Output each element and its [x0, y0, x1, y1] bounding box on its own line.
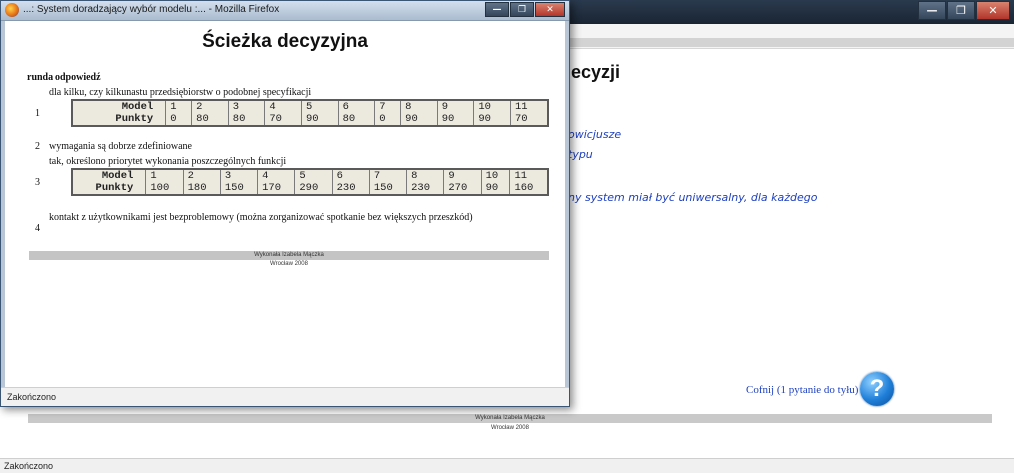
points-cell: 90	[400, 113, 438, 126]
answer-option-text[interactable]: owicjusze	[568, 128, 621, 141]
minimize-button[interactable]: —	[918, 1, 946, 20]
popup-close-button[interactable]: ✕	[535, 2, 565, 17]
points-cell: 150	[368, 182, 407, 195]
points-cell: 160	[509, 182, 548, 195]
model-cell: 5	[300, 100, 339, 113]
points-row: Punkty 100 180 150 170 290 230 150 230 2…	[72, 182, 548, 195]
round-number: 1	[35, 108, 40, 119]
points-label: Punkty	[115, 113, 154, 125]
round-answer: kontakt z użytkownikami jest bezproblemo…	[49, 212, 473, 223]
page-title: Ścieżka decyzyjna	[202, 31, 368, 52]
model-cell: 8	[400, 100, 438, 113]
model-cell: 7	[368, 169, 407, 182]
points-cell: 80	[191, 113, 229, 126]
model-label: Model	[121, 101, 154, 113]
model-cell: 3	[219, 169, 258, 182]
round-number: 3	[35, 177, 40, 188]
model-cell: 9	[443, 169, 482, 182]
model-cell: 2	[182, 169, 221, 182]
points-cell: 100	[145, 182, 184, 195]
points-cell: 290	[294, 182, 333, 195]
decision-path-popup: ...: System doradzający wybór modelu :..…	[0, 0, 570, 407]
model-cell: 10	[473, 100, 511, 113]
answer-option-text[interactable]: ny system miał być uniwersalny, dla każd…	[568, 191, 818, 204]
main-footer-city: Wrocław 2008	[491, 425, 529, 431]
model-label: Model	[101, 170, 134, 182]
model-cell: 4	[257, 169, 295, 182]
points-cell: 90	[480, 182, 510, 195]
points-cell: 150	[219, 182, 258, 195]
popup-status-bar: Zakończono	[1, 387, 569, 406]
close-button[interactable]: ✕	[976, 1, 1010, 20]
popup-footer-city: Wrocław 2008	[270, 261, 308, 267]
points-cell: 90	[436, 113, 474, 126]
popup-footer-author: Wykonała Izabela Mączka	[29, 251, 549, 260]
popup-titlebar: ...: System doradzający wybór modelu :..…	[1, 1, 569, 21]
answer-option-text[interactable]: typu	[568, 148, 593, 161]
points-cell: 230	[331, 182, 370, 195]
points-row: Punkty 0 80 80 70 90 80 0 90 90 90 70	[72, 113, 548, 126]
points-cell: 180	[182, 182, 221, 195]
points-cell: 170	[257, 182, 295, 195]
model-cell: 1	[145, 169, 184, 182]
model-cell: 11	[509, 169, 548, 182]
model-row: Model 1 2 3 4 5 6 7 8 9 10 11	[72, 169, 548, 182]
model-cell: 8	[406, 169, 444, 182]
column-header-odpowiedz: odpowiedź	[55, 72, 101, 83]
popup-window-title: ...: System doradzający wybór modelu :..…	[23, 4, 280, 15]
model-cell: 1	[165, 100, 192, 113]
column-header-runda: runda	[27, 72, 54, 83]
toolbar-divider	[554, 38, 1014, 47]
help-icon[interactable]: ?	[860, 372, 894, 406]
points-cell: 0	[374, 113, 401, 126]
points-cell: 90	[300, 113, 339, 126]
points-cell: 80	[227, 113, 265, 126]
model-cell: 2	[191, 100, 229, 113]
popup-window-controls: — ❐ ✕	[485, 2, 565, 17]
firefox-icon	[5, 3, 19, 17]
points-cell: 70	[264, 113, 302, 126]
popup-minimize-button[interactable]: —	[485, 2, 509, 17]
model-cell: 6	[331, 169, 370, 182]
main-window-controls: — ❐ ✕	[918, 1, 1010, 20]
points-cell: 90	[473, 113, 511, 126]
points-cell: 0	[165, 113, 192, 126]
model-cell: 9	[436, 100, 474, 113]
points-cell: 80	[337, 113, 375, 126]
model-cell: 6	[337, 100, 375, 113]
model-cell: 10	[480, 169, 510, 182]
popup-maximize-button[interactable]: ❐	[510, 2, 534, 17]
round-number: 4	[35, 223, 40, 234]
round-answer: dla kilku, czy kilkunastu przedsiębiorst…	[49, 87, 312, 98]
points-cell: 270	[443, 182, 482, 195]
maximize-button[interactable]: ❐	[947, 1, 975, 20]
main-footer-author: Wykonała Izabela Mączka	[28, 414, 992, 423]
round-answer: tak, określono priorytet wykonania poszc…	[49, 156, 287, 167]
model-cell: 11	[509, 100, 548, 113]
model-points-table: Model 1 2 3 4 5 6 7 8 9 10 11 Punkty 0 8…	[71, 99, 549, 127]
popup-content: Ścieżka decyzyjna runda odpowiedź 1 dla …	[5, 21, 565, 387]
round-answer: wymagania są dobrze zdefiniowane	[49, 141, 192, 152]
model-cell: 7	[374, 100, 401, 113]
back-link[interactable]: Cofnij (1 pytanie do tyłu)	[746, 384, 858, 396]
round-number: 2	[35, 141, 40, 152]
main-status-bar: Zakończono	[0, 458, 1014, 473]
model-row: Model 1 2 3 4 5 6 7 8 9 10 11	[72, 100, 548, 113]
model-cell: 5	[294, 169, 333, 182]
model-points-table: Model 1 2 3 4 5 6 7 8 9 10 11 Punkty 100…	[71, 168, 549, 196]
points-cell: 230	[406, 182, 444, 195]
model-cell: 3	[227, 100, 265, 113]
model-cell: 4	[264, 100, 302, 113]
points-label: Punkty	[95, 182, 134, 194]
points-cell: 70	[509, 113, 548, 126]
